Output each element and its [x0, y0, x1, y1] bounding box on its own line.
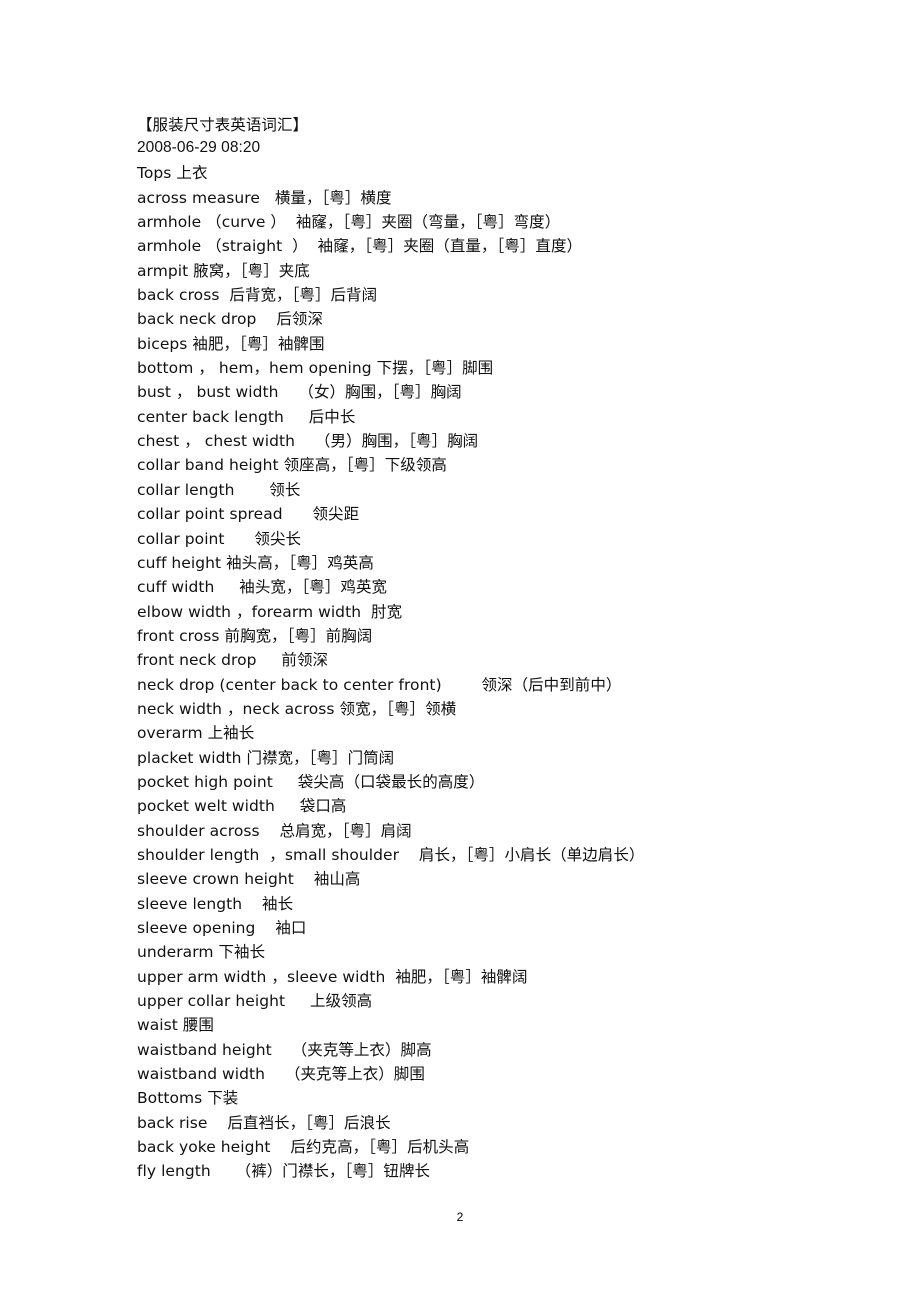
glossary-entry: underarm 下袖长	[137, 943, 266, 962]
document-body: 【服装尺寸表英语词汇】 2008-06-29 08:20 Tops 上衣 acro…	[137, 113, 877, 1184]
section-heading: Tops 上衣	[137, 164, 208, 183]
glossary-entry: pocket welt width 袋口高	[137, 797, 347, 816]
document-title: 【服装尺寸表英语词汇】	[137, 116, 309, 134]
glossary-entry: waist 腰围	[137, 1016, 214, 1035]
glossary-entry: chest ， chest width （男）胸围，［粤］胸阔	[137, 432, 479, 451]
glossary-entry: sleeve length 袖长	[137, 894, 294, 913]
document-page: 【服装尺寸表英语词汇】 2008-06-29 08:20 Tops 上衣 acro…	[0, 0, 920, 1303]
glossary-entry: fly length （裤）门襟长，［粤］钮牌长	[137, 1162, 431, 1181]
glossary-entry: across measure 横量，［粤］横度	[137, 188, 392, 207]
glossary-entry: armhole （curve ） 袖窿，［粤］夹圈（弯量，［粤］弯度）	[137, 213, 561, 232]
glossary-entry: shoulder length ，small shoulder 肩长，［粤］小肩…	[137, 845, 645, 864]
glossary-entry: bottom ， hem，hem opening 下摆，［粤］脚围	[137, 359, 494, 378]
glossary-entry: front cross 前胸宽，［粤］前胸阔	[137, 626, 373, 645]
glossary-entry: cuff height 袖头高，［粤］鸡英高	[137, 553, 374, 572]
glossary-entry: overarm 上袖长	[137, 724, 255, 743]
glossary-entry: armpit 腋窝，［粤］夹底	[137, 261, 310, 280]
glossary-entry: upper arm width ，sleeve width 袖肥，［粤］袖髀阔	[137, 967, 528, 986]
glossary-entry: armhole （straight ） 袖窿，［粤］夹圈（直量，［粤］直度）	[137, 237, 583, 256]
glossary-entry: center back length 后中长	[137, 407, 356, 426]
glossary-entry: collar length 领长	[137, 480, 301, 499]
glossary-entry: front neck drop 前领深	[137, 651, 329, 670]
glossary-entry: bust ， bust width （女）胸围，［粤］胸阔	[137, 383, 462, 402]
glossary-entry: waistband width （夹克等上衣）脚围	[137, 1065, 425, 1084]
glossary-entry: neck width ，neck across 领宽，［粤］领横	[137, 699, 457, 718]
glossary-entry: cuff width 袖头宽，［粤］鸡英宽	[137, 578, 388, 597]
glossary-entry: pocket high point 袋尖高（口袋最长的高度）	[137, 772, 485, 791]
glossary-entry: collar band height 领座高，［粤］下级领高	[137, 456, 447, 475]
document-date: 2008-06-29 08:20	[137, 139, 261, 157]
glossary-entry: back neck drop 后领深	[137, 310, 323, 329]
glossary-entry: back yoke height 后约克高，［粤］后机头高	[137, 1138, 470, 1157]
glossary-entry: shoulder across 总肩宽，［粤］肩阔	[137, 821, 412, 840]
page-number: 2	[456, 1210, 464, 1224]
glossary-entry: back cross 后背宽，［粤］后背阔	[137, 286, 378, 305]
glossary-sections: Tops 上衣 across measure 横量，［粤］横度 armhole （c…	[137, 161, 877, 1183]
glossary-entry: sleeve opening 袖口	[137, 919, 307, 937]
glossary-entry: placket width 门襟宽，［粤］门筒阔	[137, 748, 395, 767]
glossary-entry: collar point spread 领尖距	[137, 505, 360, 524]
section-heading: Bottoms 下装	[137, 1089, 239, 1108]
glossary-entry: elbow width ，forearm width 肘宽	[137, 602, 403, 621]
glossary-entry: neck drop (center back to center front) …	[137, 675, 622, 694]
glossary-entry: back rise 后直裆长，［粤］后浪长	[137, 1113, 391, 1132]
glossary-entry: biceps 袖肥，［粤］袖髀围	[137, 334, 325, 353]
glossary-entry: collar point 领尖长	[137, 529, 302, 548]
glossary-entry: sleeve crown height 袖山高	[137, 870, 361, 889]
glossary-entry: upper collar height 上级领高	[137, 992, 373, 1011]
glossary-entry: waistband height （夹克等上衣）脚高	[137, 1040, 432, 1059]
